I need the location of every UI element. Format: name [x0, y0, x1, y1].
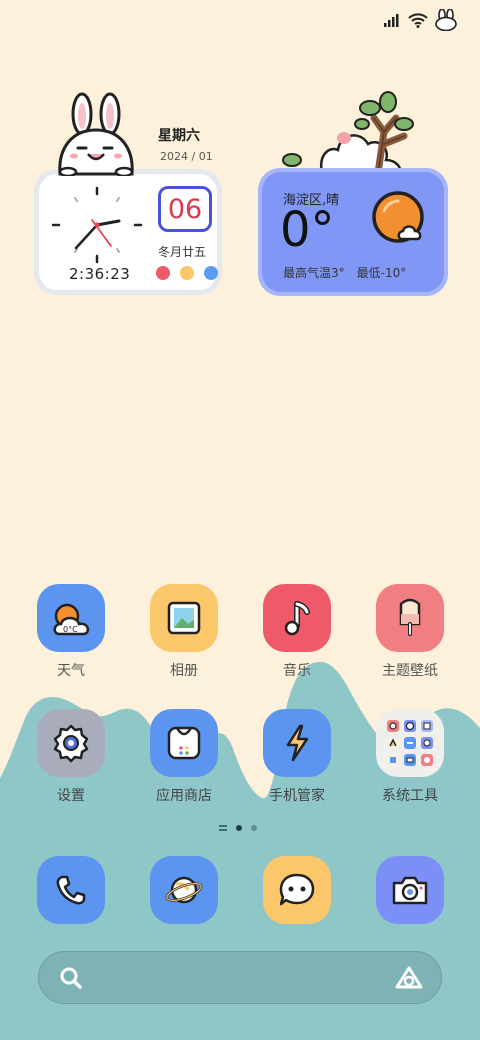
browser-icon[interactable] [150, 856, 218, 924]
app-settings[interactable]: 设置 [21, 709, 121, 805]
page-dot-active [236, 825, 242, 831]
dock-messages[interactable] [247, 856, 347, 924]
signal-icon [384, 14, 399, 27]
app-themes[interactable]: 主题壁纸 [360, 584, 460, 680]
weather-high: 最高气温3° [283, 266, 345, 280]
app-label: 应用商店 [156, 788, 212, 804]
system-tools-folder-icon[interactable] [376, 709, 444, 777]
search-bar[interactable] [38, 951, 442, 1004]
year-month: 2024 / 01 [160, 150, 213, 163]
app-music[interactable]: 音乐 [247, 584, 347, 680]
themes-app-icon[interactable] [376, 584, 444, 652]
app-label: 系统工具 [382, 788, 438, 804]
phone-manager-icon[interactable] [263, 709, 331, 777]
phone-icon[interactable] [37, 856, 105, 924]
yellow-dot [180, 266, 194, 280]
page-indicator[interactable] [219, 825, 257, 831]
dock-camera[interactable] [360, 856, 460, 924]
app-label: 相册 [170, 663, 198, 679]
dock-browser[interactable] [134, 856, 234, 924]
app-gallery[interactable]: 相册 [134, 584, 234, 680]
digital-time: 2:36:23 [69, 265, 131, 283]
dock-phone[interactable] [21, 856, 121, 924]
rabbit-icon [435, 9, 457, 31]
wifi-icon [408, 12, 428, 28]
svg-text:0°C: 0°C [63, 625, 78, 634]
app-label: 设置 [57, 788, 85, 804]
page-list-icon [219, 825, 227, 831]
settings-app-icon[interactable] [37, 709, 105, 777]
app-label: 音乐 [283, 663, 311, 679]
calendar-day: 06 [158, 186, 212, 232]
music-app-icon[interactable] [263, 584, 331, 652]
app-label: 主题壁纸 [382, 663, 438, 679]
search-icon[interactable] [59, 966, 83, 990]
sun-cloud-icon [372, 191, 424, 243]
status-bar [384, 8, 458, 32]
app-label: 天气 [57, 663, 85, 679]
calendar-day-number: 06 [167, 193, 203, 225]
analog-clock [51, 186, 143, 264]
assistant-icon[interactable] [394, 965, 424, 991]
weather-low: 最低-10° [356, 266, 407, 280]
camera-icon[interactable] [376, 856, 444, 924]
system-tools-folder[interactable]: 系统工具 [360, 709, 460, 805]
color-dots [156, 266, 218, 280]
app-store-icon[interactable] [150, 709, 218, 777]
app-store[interactable]: 应用商店 [134, 709, 234, 805]
red-dot [156, 266, 170, 280]
tree-cloud-decoration [282, 91, 414, 177]
weather-widget[interactable]: 海淀区,晴 0° 最高气温3° 最低-10° [258, 168, 448, 296]
rabbit-mascot [58, 92, 134, 176]
messages-icon[interactable] [263, 856, 331, 924]
page-dot [251, 825, 257, 831]
gallery-app-icon[interactable] [150, 584, 218, 652]
weather-temperature: 0° [280, 202, 335, 258]
weather-range: 最高气温3° 最低-10° [283, 264, 406, 281]
weather-app-icon[interactable]: 0°C [37, 584, 105, 652]
app-label: 手机管家 [269, 788, 325, 804]
app-phone-manager[interactable]: 手机管家 [247, 709, 347, 805]
clock-widget[interactable]: 2:36:23 06 冬月廿五 [34, 169, 222, 295]
blue-dot [204, 266, 218, 280]
app-weather[interactable]: 0°C 天气 [21, 584, 121, 680]
lunar-date: 冬月廿五 [158, 245, 207, 259]
day-of-week: 星期六 [158, 128, 200, 144]
